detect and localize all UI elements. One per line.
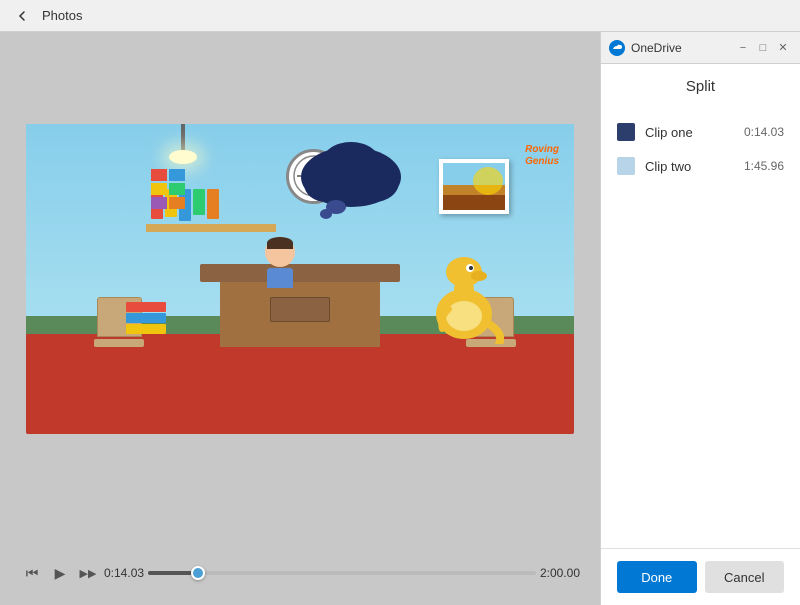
current-time-label: 0:14.03 bbox=[104, 566, 144, 580]
done-button[interactable]: Done bbox=[617, 561, 697, 593]
footer-buttons: Done Cancel bbox=[601, 548, 800, 605]
step-forward-button[interactable]: ▶▶ bbox=[76, 561, 100, 585]
step-back-button[interactable]: ⏮ bbox=[20, 561, 44, 585]
onedrive-icon bbox=[609, 40, 625, 56]
shelf-board bbox=[146, 224, 276, 232]
video-panel: RovingGenius bbox=[0, 32, 600, 605]
cartoon-boy bbox=[265, 237, 295, 288]
clip-color-1 bbox=[617, 123, 635, 141]
cartoon-dinosaur bbox=[424, 244, 504, 347]
control-row: ⏮ ▶ ▶▶ 0:14.03 2:00.00 bbox=[20, 561, 580, 585]
split-title: Split bbox=[601, 64, 800, 107]
ceiling-light bbox=[181, 124, 185, 164]
play-button[interactable]: ▶ bbox=[48, 561, 72, 585]
close-button[interactable]: ✕ bbox=[774, 39, 792, 57]
window-buttons: − □ ✕ bbox=[734, 39, 792, 57]
progress-track[interactable] bbox=[148, 571, 536, 575]
back-button[interactable] bbox=[8, 2, 36, 30]
onedrive-title: OneDrive bbox=[631, 41, 728, 55]
cancel-button[interactable]: Cancel bbox=[705, 561, 785, 593]
desk bbox=[200, 264, 400, 347]
restore-button[interactable]: □ bbox=[754, 39, 772, 57]
cartoon-scene: RovingGenius bbox=[26, 124, 574, 434]
onedrive-titlebar: OneDrive − □ ✕ bbox=[601, 32, 800, 64]
minimize-button[interactable]: − bbox=[734, 39, 752, 57]
clip-item-1: Clip one 0:14.03 bbox=[617, 115, 784, 149]
total-time-label: 2:00.00 bbox=[540, 566, 580, 580]
progress-thumb[interactable] bbox=[191, 566, 205, 580]
right-panel: OneDrive − □ ✕ Split Clip one 0:14.03 Cl… bbox=[600, 32, 800, 605]
photos-titlebar: Photos bbox=[0, 0, 800, 32]
floor-bg bbox=[26, 334, 574, 433]
clip-color-2 bbox=[617, 157, 635, 175]
clip-item-2: Clip two 1:45.96 bbox=[617, 149, 784, 183]
thought-cloud bbox=[296, 139, 406, 219]
main-area: RovingGenius bbox=[0, 32, 800, 605]
clip-name-1: Clip one bbox=[645, 125, 734, 140]
clip-duration-1: 0:14.03 bbox=[744, 125, 784, 139]
video-container: RovingGenius bbox=[26, 124, 574, 434]
video-controls: ⏮ ▶ ▶▶ 0:14.03 2:00.00 bbox=[20, 561, 580, 585]
clip-name-2: Clip two bbox=[645, 159, 734, 174]
clip-duration-2: 1:45.96 bbox=[744, 159, 784, 173]
clip-list: Clip one 0:14.03 Clip two 1:45.96 bbox=[601, 107, 800, 548]
wall-picture bbox=[439, 159, 509, 214]
app-title: Photos bbox=[42, 8, 82, 23]
stacked-books bbox=[126, 302, 166, 334]
brand-logo: RovingGenius bbox=[525, 144, 559, 168]
